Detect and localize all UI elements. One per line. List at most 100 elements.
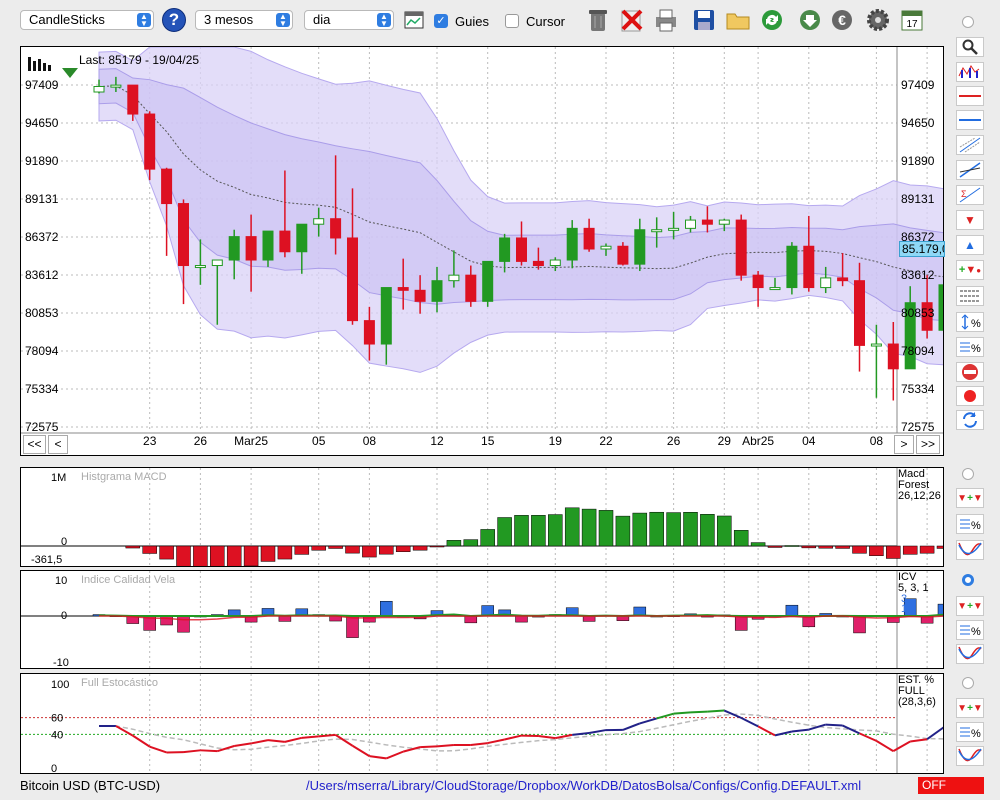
stoch-label-3: (28,3,6): [898, 696, 936, 708]
cursor-checkbox[interactable]: [505, 14, 519, 28]
icv-curve-button[interactable]: [956, 644, 984, 664]
record-button[interactable]: [956, 386, 984, 406]
help-button[interactable]: ?: [162, 8, 186, 32]
status-config-path[interactable]: /Users/mserra/Library/CloudStorage/Dropb…: [306, 778, 861, 793]
macd-bar: [581, 508, 597, 547]
trash-icon: [589, 10, 607, 31]
macd-bar: [395, 545, 411, 552]
refresh-icon: [762, 10, 782, 30]
arrow-down-button[interactable]: ▼: [956, 210, 984, 230]
trash-button[interactable]: [584, 6, 612, 34]
macd-panel-radio[interactable]: [962, 468, 974, 480]
hline-red-icon: [959, 95, 981, 97]
stoch-panel: 100 60 40 0 Full Estocástico EST. % FULL (2…: [20, 673, 944, 774]
stoch-k-segment: [385, 750, 404, 760]
macd-lines-percent-button[interactable]: %: [956, 514, 984, 534]
chart-style-button[interactable]: [956, 62, 984, 82]
settings-button[interactable]: [864, 6, 892, 34]
lines-percent-button[interactable]: %: [956, 337, 984, 357]
candle-body: [178, 203, 189, 267]
stoch-panel-radio[interactable]: [962, 677, 974, 689]
red-dot-icon: [964, 390, 976, 402]
fibonacci-icon: Σ: [959, 187, 981, 203]
current-price-tag: 85.179,0: [899, 241, 945, 257]
icv-lines-percent-button[interactable]: %: [956, 620, 984, 640]
candle-body: [600, 245, 612, 250]
stoch-add-button[interactable]: ▼+▼: [956, 698, 984, 718]
macd-bar: [497, 517, 512, 547]
stoch-k-segment: [791, 728, 809, 733]
nav-prev-button[interactable]: <: [48, 435, 68, 454]
guides-label: Guies: [455, 14, 489, 29]
period-select[interactable]: 3 mesos ▲ ▼: [195, 10, 293, 30]
curve-icon: [958, 646, 982, 660]
y-tick-left: 97409: [25, 78, 59, 92]
guides-checkbox[interactable]: ✓: [434, 14, 448, 28]
icv-panel-radio[interactable]: [962, 574, 974, 586]
chart-window-button[interactable]: [404, 11, 424, 29]
icv-y-bottom: -10: [53, 657, 69, 669]
open-folder-button[interactable]: [724, 6, 752, 34]
print-button[interactable]: [652, 6, 680, 34]
macd-bar: [429, 545, 445, 548]
stoch-lines-percent-button[interactable]: %: [956, 722, 984, 742]
macd-bar: [683, 512, 698, 547]
nav-last-button[interactable]: >>: [916, 435, 940, 454]
disable-button[interactable]: [956, 362, 984, 382]
trend-line-button[interactable]: [956, 160, 984, 180]
cursor-label: Cursor: [526, 14, 566, 29]
candle-body: [363, 320, 375, 345]
svg-text:%: %: [971, 520, 981, 532]
nav-first-button[interactable]: <<: [23, 435, 46, 454]
download-button[interactable]: [796, 6, 824, 34]
grid-lines-button[interactable]: [956, 286, 984, 306]
main-panel-radio[interactable]: [962, 16, 974, 28]
stoch-curve-button[interactable]: [956, 746, 984, 766]
candle-body: [786, 245, 798, 289]
macd-add-button[interactable]: ▼+▼: [956, 488, 984, 508]
macd-bar: [615, 515, 631, 547]
svg-text:%: %: [971, 343, 981, 355]
stoch-k-segment: [149, 745, 167, 754]
stoch-k-segment: [487, 738, 505, 745]
horizontal-line-blue-button[interactable]: [956, 110, 984, 130]
calendar-button[interactable]: 17: [898, 6, 926, 34]
refresh-button[interactable]: [758, 6, 786, 34]
help-icon: ?: [168, 10, 180, 29]
icv-add-button[interactable]: ▼+▼: [956, 596, 984, 616]
macd-bar: [649, 511, 664, 547]
macd-bar: [412, 545, 428, 551]
stoch-k-segment: [351, 744, 370, 757]
arrow-up-button[interactable]: ▲: [956, 235, 984, 255]
candle-body: [296, 223, 308, 253]
fibonacci-button[interactable]: Σ: [956, 185, 984, 205]
macd-bar: [784, 545, 800, 547]
trend-channel-button[interactable]: [956, 135, 984, 155]
candle-body: [870, 343, 882, 347]
candle-body: [211, 259, 223, 267]
save-button[interactable]: [690, 6, 718, 34]
stoch-k-segment: [132, 734, 151, 748]
icv-panel: Indice Calidad Vela 10 0 -10 ICV 5, 3, 1…: [20, 570, 944, 669]
horizontal-line-red-button[interactable]: [956, 86, 984, 106]
stoch-k-segment: [504, 734, 522, 741]
macd-bar: [717, 515, 732, 547]
y-tick-left: 78094: [25, 344, 59, 358]
macd-curve-button[interactable]: [956, 540, 984, 560]
add-indicator-button[interactable]: +▼●: [956, 260, 984, 280]
macd-panel: Histgrama MACD 1M 0 -361,5 Macd Forest 2…: [20, 467, 944, 567]
currency-button[interactable]: €: [828, 6, 856, 34]
nav-next-button[interactable]: >: [894, 435, 914, 454]
zoom-button[interactable]: [956, 37, 984, 57]
x-tick-label: 08: [870, 434, 884, 448]
stoch-k-segment: [369, 755, 387, 760]
status-state-badge[interactable]: OFF: [918, 777, 984, 794]
macd-bar: [700, 514, 715, 547]
delete-button[interactable]: [618, 6, 646, 34]
swap-button[interactable]: [956, 410, 984, 430]
interval-select[interactable]: dia ▲ ▼: [304, 10, 394, 30]
calendar-icon: 17: [901, 10, 923, 31]
chart-type-select[interactable]: CandleSticks ▲ ▼: [20, 10, 154, 30]
arrows-icon: ▼+▼: [957, 702, 983, 714]
scale-percent-button[interactable]: %: [956, 312, 984, 332]
